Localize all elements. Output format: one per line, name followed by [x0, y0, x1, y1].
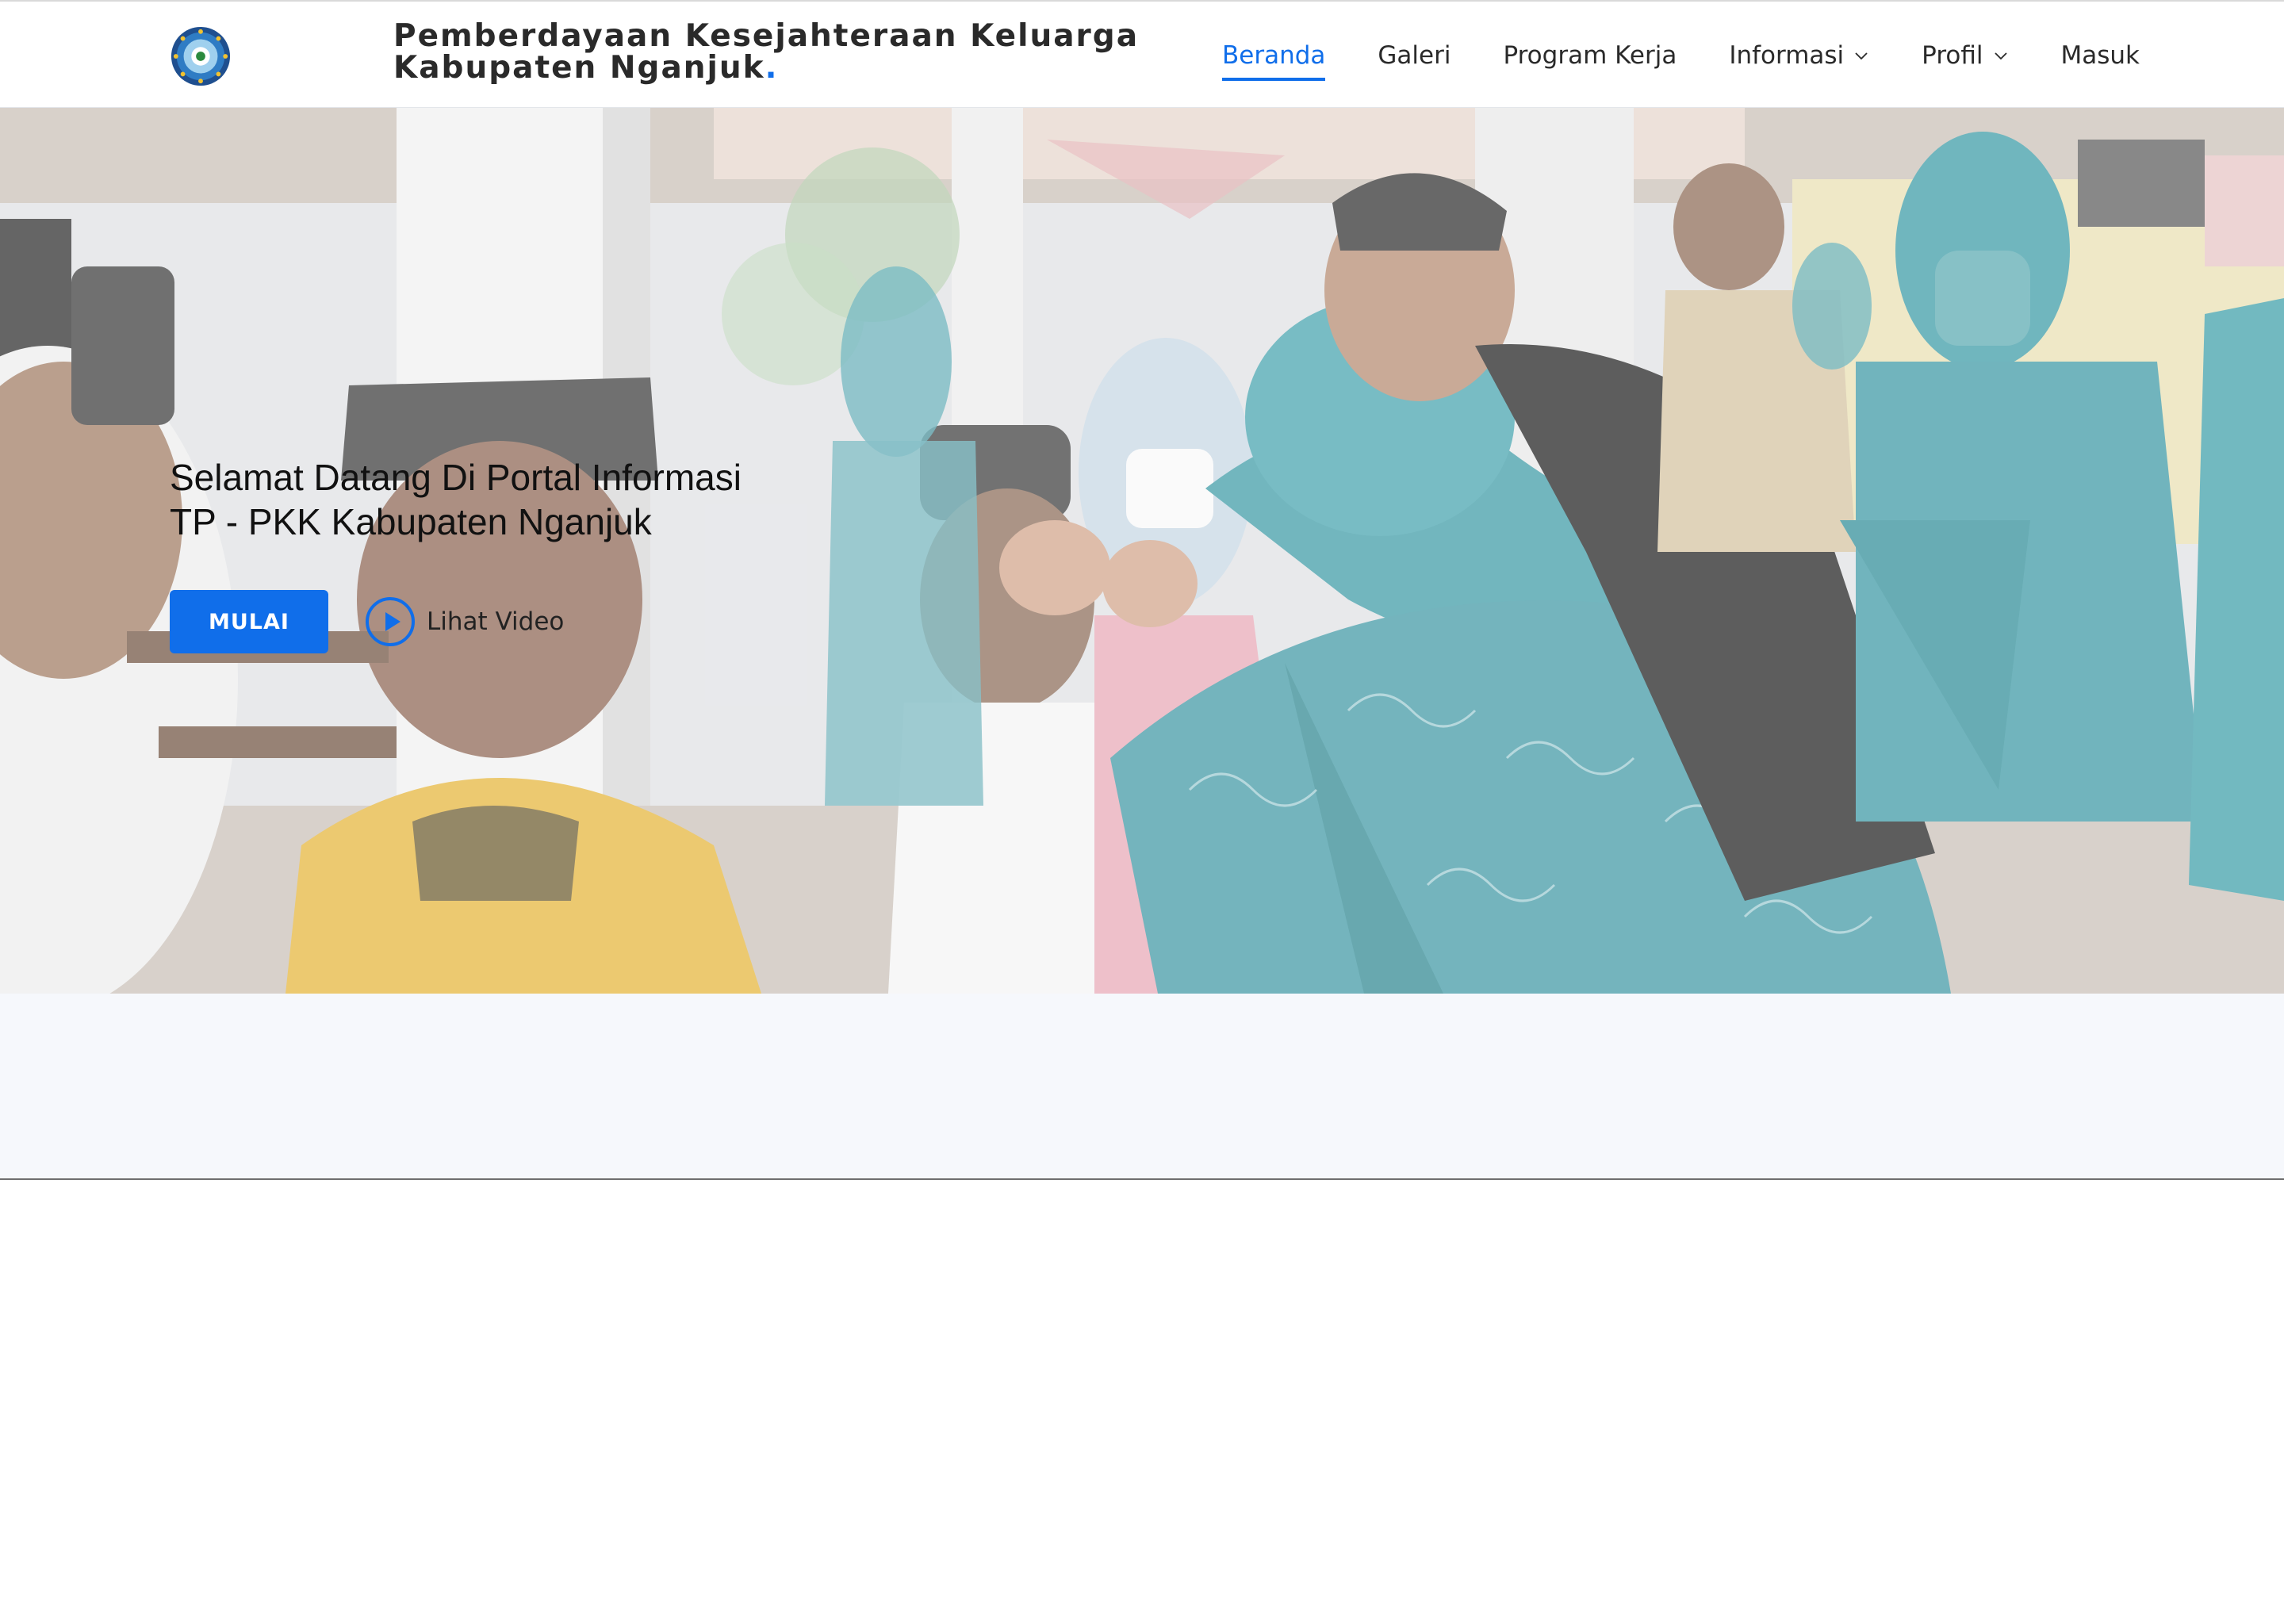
hero-title-line-2: TP - PKK Kabupaten Nganjuk	[170, 501, 652, 542]
main-nav: Beranda Galeri Program Kerja Informasi P…	[1196, 2, 2140, 109]
brand-line-1: Pemberdayaan Kesejahteraan Keluarga	[393, 18, 1140, 54]
hero-overlay	[0, 108, 2284, 994]
content-band	[0, 994, 2284, 1180]
start-button[interactable]: MULAI	[170, 590, 328, 653]
nav-program-kerja[interactable]: Program Kerja	[1477, 2, 1703, 109]
play-circle-icon	[366, 597, 415, 646]
nav-profil-label: Profil	[1922, 41, 1983, 70]
page-blank-area	[0, 1182, 2284, 1624]
nav-informasi[interactable]: Informasi	[1703, 2, 1895, 109]
hero-section: Selamat Datang Di Portal Informasi TP - …	[0, 108, 2284, 994]
hero-title: Selamat Datang Di Portal Informasi TP - …	[170, 455, 883, 544]
nav-masuk[interactable]: Masuk	[2035, 2, 2140, 109]
pkk-emblem-icon[interactable]	[170, 25, 232, 87]
nav-profil[interactable]: Profil	[1895, 2, 2034, 109]
site-header: Pemberdayaan Kesejahteraan Keluarga Kabu…	[0, 0, 2284, 108]
site-brand[interactable]: Pemberdayaan Kesejahteraan Keluarga Kabu…	[393, 21, 1171, 84]
nav-beranda[interactable]: Beranda	[1196, 2, 1351, 109]
nav-informasi-label: Informasi	[1729, 41, 1845, 70]
watch-video-link[interactable]: Lihat Video	[365, 595, 564, 649]
hero-title-line-1: Selamat Datang Di Portal Informasi	[170, 457, 742, 498]
nav-galeri[interactable]: Galeri	[1351, 2, 1477, 109]
chevron-down-icon	[1994, 52, 2007, 60]
chevron-down-icon	[1855, 52, 1868, 60]
nav-program-kerja-label: Program Kerja	[1503, 41, 1677, 70]
nav-beranda-label: Beranda	[1222, 41, 1326, 70]
nav-galeri-label: Galeri	[1378, 41, 1451, 70]
brand-line-2: Kabupaten Nganjuk.	[393, 52, 1171, 84]
watch-video-label: Lihat Video	[427, 607, 565, 636]
brand-line-2-text: Kabupaten Nganjuk	[393, 50, 765, 86]
brand-dot: .	[765, 50, 779, 86]
nav-masuk-label: Masuk	[2060, 41, 2140, 70]
